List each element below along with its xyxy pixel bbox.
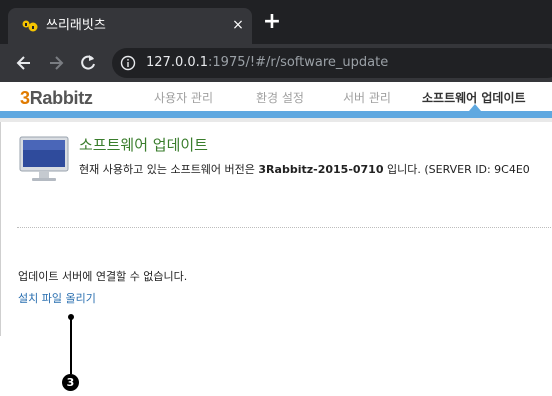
version-suffix: 입니다. (SERVER ID: 9C4E0: [383, 163, 530, 176]
upload-install-file-link[interactable]: 설치 파일 올리기: [18, 291, 96, 307]
url-host: 127.0.0.1: [146, 55, 209, 70]
reload-icon[interactable]: [78, 53, 98, 73]
address-bar[interactable]: 127.0.0.1:1975/!#/r/software_update: [112, 48, 552, 78]
forward-arrow-icon[interactable]: [46, 53, 66, 73]
version-number: 3Rabbitz-2015-0710: [258, 163, 384, 176]
nav-server-management[interactable]: 서버 관리: [343, 90, 391, 106]
close-tab-icon[interactable]: ×: [230, 17, 246, 33]
logo-text: Rabbitz: [29, 88, 93, 108]
rabbit-favicon-icon: [22, 20, 38, 32]
browser-tab-strip: 쓰리래빗츠 × +: [0, 0, 552, 44]
browser-tab[interactable]: 쓰리래빗츠 ×: [8, 8, 252, 44]
nav-user-management[interactable]: 사용자 관리: [154, 90, 213, 106]
callout-line: [70, 317, 72, 374]
browser-toolbar: 127.0.0.1:1975/!#/r/software_update: [0, 44, 552, 82]
page-title: 소프트웨어 업데이트: [79, 136, 208, 154]
back-arrow-icon[interactable]: [14, 53, 34, 73]
update-server-error-message: 업데이트 서버에 연결할 수 없습니다.: [18, 270, 188, 283]
url-path: :1975/!#/r/software_update: [208, 55, 389, 70]
header-accent-bar: [0, 111, 552, 118]
callout-number-badge: 3: [62, 374, 79, 391]
logo-number: 3: [20, 88, 30, 108]
nav-settings[interactable]: 환경 설정: [256, 90, 304, 106]
version-info: 현재 사용하고 있는 소프트웨어 버전은 3Rabbitz-2015-0710 …: [79, 162, 530, 178]
3rabbitz-logo[interactable]: 3Rabbitz: [20, 87, 93, 109]
new-tab-icon[interactable]: +: [262, 11, 282, 33]
active-nav-indicator: [469, 104, 481, 111]
version-prefix: 현재 사용하고 있는 소프트웨어 버전은: [79, 163, 259, 176]
tab-title: 쓰리래빗츠: [46, 18, 106, 33]
divider: [17, 227, 552, 228]
info-icon[interactable]: [120, 55, 136, 71]
monitor-icon: [19, 136, 69, 181]
url-text: 127.0.0.1:1975/!#/r/software_update: [146, 54, 388, 72]
main-content: 소프트웨어 업데이트 현재 사용하고 있는 소프트웨어 버전은 3Rabbitz…: [0, 122, 552, 336]
